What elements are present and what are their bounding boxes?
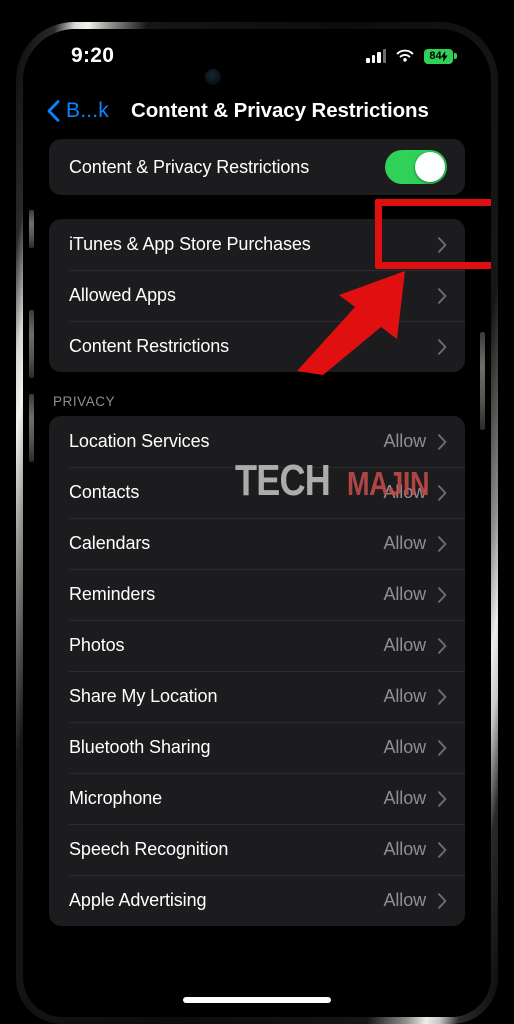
chevron-right-icon <box>438 586 447 603</box>
chevron-right-icon <box>438 892 447 909</box>
privacy-row-value: Allow <box>383 635 426 655</box>
privacy-row-share-my-location[interactable]: Share My Location Allow <box>49 671 465 722</box>
privacy-card: Location Services Allow Contacts Allow C… <box>49 416 465 926</box>
privacy-row-value: Allow <box>383 431 426 451</box>
settings-scroll-area[interactable]: Content & Privacy Restrictions iTunes & … <box>23 139 491 1017</box>
content-privacy-restrictions-toggle[interactable] <box>385 150 447 184</box>
privacy-row-label: Photos <box>69 635 125 655</box>
privacy-row-value: Allow <box>383 737 426 757</box>
privacy-row-bluetooth-sharing[interactable]: Bluetooth Sharing Allow <box>49 722 465 773</box>
ios-settings-screen: 9:20 84 B...k Content & Privacy Restrict… <box>23 29 491 1017</box>
privacy-row-apple-advertising[interactable]: Apple Advertising Allow <box>49 875 465 926</box>
privacy-row-value: Allow <box>383 482 426 502</box>
privacy-row-value: Allow <box>383 788 426 808</box>
chevron-right-icon <box>438 535 447 552</box>
menu-row-itunes-app-store-purchases[interactable]: iTunes & App Store Purchases <box>49 219 465 270</box>
privacy-row-location-services[interactable]: Location Services Allow <box>49 416 465 467</box>
screenshot-stage: 9:20 84 B...k Content & Privacy Restrict… <box>0 0 514 1024</box>
privacy-row-reminders[interactable]: Reminders Allow <box>49 569 465 620</box>
page-title: Content & Privacy Restrictions <box>131 99 429 122</box>
navigation-bar: B...k Content & Privacy Restrictions <box>23 83 491 139</box>
privacy-row-value: Allow <box>383 686 426 706</box>
chevron-right-icon <box>438 433 447 450</box>
chevron-right-icon <box>438 739 447 756</box>
privacy-row-label: Share My Location <box>69 686 218 706</box>
home-indicator[interactable] <box>183 997 331 1003</box>
privacy-row-calendars[interactable]: Calendars Allow <box>49 518 465 569</box>
cellular-signal-icon <box>366 49 386 63</box>
volume-down-button[interactable] <box>29 394 34 462</box>
menu-row-label: Allowed Apps <box>69 285 176 305</box>
status-indicators: 84 <box>366 48 457 64</box>
restrictions-toggle-card: Content & Privacy Restrictions <box>49 139 465 195</box>
power-button[interactable] <box>480 332 485 430</box>
restrictions-menu-card: iTunes & App Store Purchases Allowed App… <box>49 219 465 372</box>
privacy-row-speech-recognition[interactable]: Speech Recognition Allow <box>49 824 465 875</box>
privacy-row-contacts[interactable]: Contacts Allow <box>49 467 465 518</box>
privacy-row-photos[interactable]: Photos Allow <box>49 620 465 671</box>
menu-row-content-restrictions[interactable]: Content Restrictions <box>49 321 465 372</box>
status-time: 9:20 <box>71 44 115 67</box>
content-privacy-restrictions-toggle-label: Content & Privacy Restrictions <box>69 156 310 177</box>
chevron-right-icon <box>438 236 447 253</box>
privacy-row-label: Reminders <box>69 584 156 604</box>
front-camera-icon <box>205 69 221 85</box>
privacy-row-label: Bluetooth Sharing <box>69 737 211 757</box>
privacy-section-header: PRIVACY <box>53 394 116 409</box>
status-bar: 9:20 84 <box>23 29 491 83</box>
chevron-right-icon <box>438 841 447 858</box>
privacy-row-label: Microphone <box>69 788 163 808</box>
chevron-right-icon <box>438 688 447 705</box>
privacy-row-label: Speech Recognition <box>69 839 229 859</box>
menu-row-label: Content Restrictions <box>69 336 230 356</box>
privacy-row-value: Allow <box>383 839 426 859</box>
privacy-row-label: Location Services <box>69 431 210 451</box>
phone-frame: 9:20 84 B...k Content & Privacy Restrict… <box>16 22 498 1024</box>
privacy-row-label: Contacts <box>69 482 140 502</box>
toggle-knob <box>415 152 445 182</box>
privacy-row-value: Allow <box>383 533 426 553</box>
action-button[interactable] <box>29 210 34 248</box>
content-privacy-restrictions-toggle-row[interactable]: Content & Privacy Restrictions <box>49 139 465 195</box>
chevron-right-icon <box>438 790 447 807</box>
chevron-right-icon <box>438 637 447 654</box>
volume-up-button[interactable] <box>29 310 34 378</box>
chevron-right-icon <box>438 287 447 304</box>
privacy-row-label: Calendars <box>69 533 151 553</box>
privacy-row-value: Allow <box>383 890 426 910</box>
chevron-left-icon <box>47 100 60 122</box>
privacy-row-value: Allow <box>383 584 426 604</box>
chevron-right-icon <box>438 338 447 355</box>
privacy-row-microphone[interactable]: Microphone Allow <box>49 773 465 824</box>
charging-bolt-icon <box>440 50 448 62</box>
privacy-row-label: Apple Advertising <box>69 890 207 910</box>
battery-icon: 84 <box>424 48 457 64</box>
menu-row-allowed-apps[interactable]: Allowed Apps <box>49 270 465 321</box>
wifi-icon <box>396 49 414 62</box>
back-button[interactable]: B...k <box>47 99 109 123</box>
menu-row-label: iTunes & App Store Purchases <box>69 234 311 254</box>
back-button-label: B...k <box>66 99 110 122</box>
chevron-right-icon <box>438 484 447 501</box>
phone-screen-bezel: 9:20 84 B...k Content & Privacy Restrict… <box>23 29 491 1017</box>
